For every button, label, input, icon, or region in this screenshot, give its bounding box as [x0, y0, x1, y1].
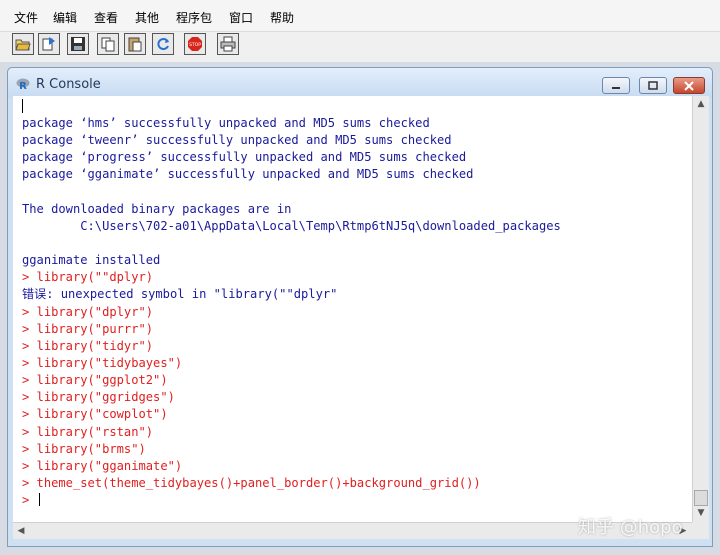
copy-paste-icon: [157, 38, 169, 50]
prompt-symbol: >: [22, 493, 37, 508]
scroll-thumb[interactable]: [694, 490, 708, 506]
scroll-up-icon[interactable]: ▲: [693, 96, 709, 112]
output-line: package ‘progress’ successfully unpacked…: [22, 150, 467, 165]
close-icon: [684, 80, 694, 91]
copy-paste-button[interactable]: [152, 33, 174, 55]
command-line: > library("brms"): [22, 441, 146, 456]
menu-windows[interactable]: 窗口: [229, 9, 253, 26]
maximize-icon: [648, 81, 658, 90]
r-logo-icon: R: [16, 78, 30, 90]
maximize-button[interactable]: [639, 77, 667, 94]
console-lines: package ‘hms’ successfully unpacked and …: [22, 115, 561, 509]
svg-text:R: R: [19, 81, 27, 90]
menu-view[interactable]: 查看: [94, 9, 118, 26]
command-line: > library("tidyr"): [22, 338, 154, 353]
toolbar: STOP: [0, 32, 720, 61]
open-script-icon: [15, 39, 31, 51]
paste-icon: [128, 37, 142, 52]
command-line: > theme_set(theme_tidybayes()+panel_bord…: [22, 475, 481, 490]
vertical-scrollbar[interactable]: ▲ ▼: [692, 96, 709, 522]
stop-icon: STOP: [188, 37, 202, 51]
save-icon: [71, 37, 85, 51]
output-line: The downloaded binary packages are in: [22, 201, 292, 216]
menu-packages[interactable]: 程序包: [176, 9, 212, 26]
paste-button[interactable]: [124, 33, 146, 55]
minimize-button[interactable]: [602, 77, 630, 94]
text-cursor: [22, 99, 23, 113]
minimize-icon: [612, 86, 620, 89]
window-title: R Console: [36, 77, 101, 92]
output-line: package ‘gganimate’ successfully unpacke…: [22, 167, 474, 182]
command-line: > library("purrr"): [22, 321, 154, 336]
svg-text:STOP: STOP: [189, 42, 201, 48]
output-line: package ‘tweenr’ successfully unpacked a…: [22, 133, 452, 148]
command-line: > library("tidybayes"): [22, 355, 183, 370]
menu-edit[interactable]: 编辑: [53, 9, 77, 26]
window-titlebar[interactable]: R R Console: [8, 68, 712, 98]
copy-icon: [101, 37, 115, 52]
output-line: C:\Users\702-a01\AppData\Local\Temp\Rtmp…: [22, 218, 561, 233]
input-prompt[interactable]: >: [22, 492, 561, 509]
load-workspace-icon: [42, 37, 55, 51]
watermark: 知乎 @hopo: [578, 517, 683, 538]
console-output[interactable]: package ‘hms’ successfully unpacked and …: [13, 96, 692, 522]
menu-misc[interactable]: 其他: [135, 9, 159, 26]
size-grip[interactable]: [692, 522, 709, 539]
menu-help[interactable]: 帮助: [270, 9, 294, 26]
scroll-left-icon[interactable]: ◀: [13, 523, 29, 539]
output-line: gganimate installed: [22, 253, 161, 268]
command-line: > library("rstan"): [22, 424, 154, 439]
console-window: R R Console package ‘hms’ successfully u…: [7, 67, 713, 547]
save-button[interactable]: [67, 33, 89, 55]
command-line: > library("dplyr"): [22, 304, 154, 319]
input-cursor: [38, 493, 40, 507]
load-workspace-button[interactable]: [38, 33, 60, 55]
open-script-button[interactable]: [12, 33, 34, 55]
command-line: > library(""dplyr): [22, 270, 154, 285]
command-line: > library("cowplot"): [22, 407, 168, 422]
command-line: > library("gganimate"): [22, 458, 183, 473]
output-line: package ‘hms’ successfully unpacked and …: [22, 116, 430, 130]
print-button[interactable]: [217, 33, 239, 55]
command-line: > library("ggridges"): [22, 390, 175, 405]
close-button[interactable]: [673, 77, 705, 94]
command-line: > library("ggplot2"): [22, 373, 168, 388]
stop-button[interactable]: STOP: [184, 33, 206, 55]
copy-button[interactable]: [97, 33, 119, 55]
scroll-down-icon[interactable]: ▼: [693, 505, 709, 521]
output-line: 错误: unexpected symbol in "library(""dply…: [22, 287, 338, 302]
print-icon: [220, 36, 236, 52]
menu-file[interactable]: 文件: [14, 9, 38, 26]
menu-bar: 文件 编辑 查看 其他 程序包 窗口 帮助: [0, 0, 720, 32]
